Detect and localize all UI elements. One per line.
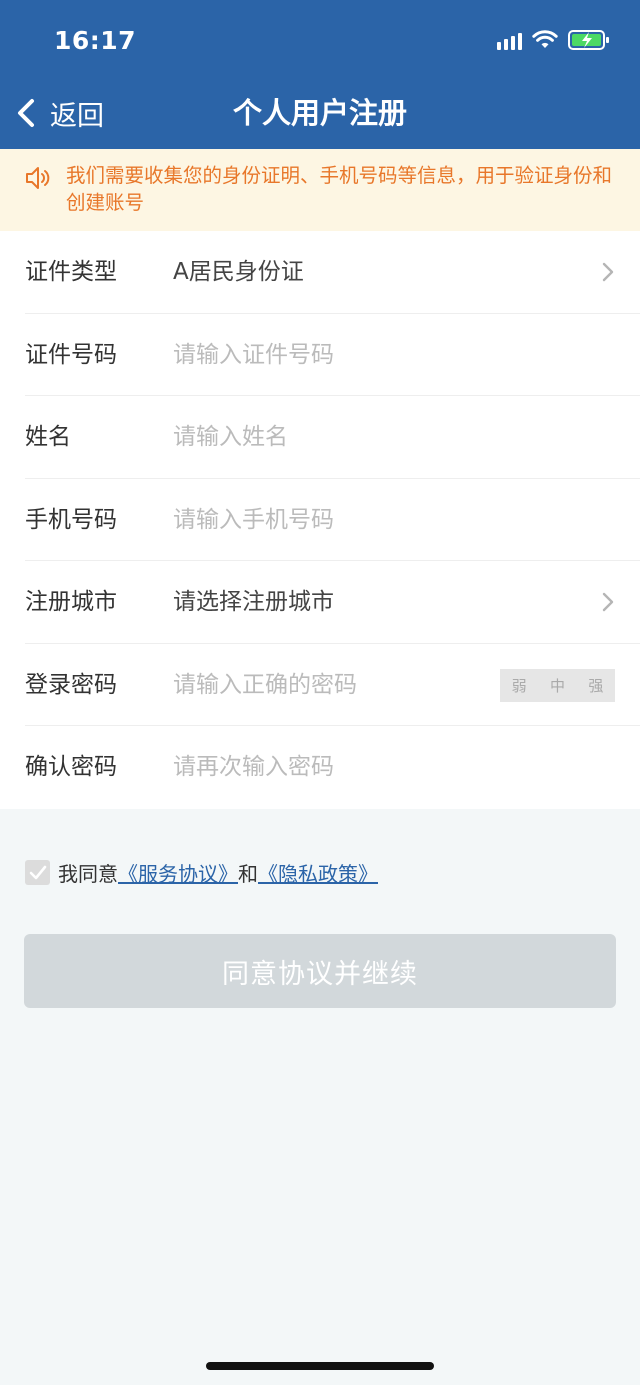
page-title: 个人用户注册 — [232, 96, 407, 130]
city-row[interactable]: 注册城市 请选择注册城市 — [25, 561, 640, 644]
header-bar: 16:17 返回 个人用户注册 — [0, 0, 640, 149]
service-agreement-link[interactable]: 《服务协议》 — [118, 858, 238, 887]
privacy-notice: 我们需要收集您的身份证明、手机号码等信息，用于验证身份和创建账号 — [0, 149, 640, 231]
agreement-checkbox[interactable] — [25, 859, 50, 885]
chevron-right-icon — [602, 262, 614, 282]
speaker-icon — [26, 167, 50, 189]
password-row: 登录密码 弱 中 强 — [25, 644, 640, 726]
id-number-row: 证件号码 — [25, 314, 640, 396]
password-input[interactable] — [173, 664, 473, 705]
status-time: 16:17 — [54, 26, 137, 55]
confirm-password-row: 确认密码 — [25, 726, 640, 809]
phone-row: 手机号码 — [25, 479, 640, 561]
privacy-policy-link[interactable]: 《隐私政策》 — [258, 858, 378, 887]
id-number-input[interactable] — [173, 334, 493, 375]
registration-form: 证件类型 A居民身份证 证件号码 姓名 手机号码 注册城市 请选择注册城市 登录… — [0, 231, 640, 809]
name-input[interactable] — [173, 417, 493, 457]
id-number-label: 证件号码 — [25, 341, 117, 368]
city-value[interactable]: 请选择注册城市 — [173, 561, 334, 643]
name-row: 姓名 — [25, 396, 640, 479]
home-indicator — [206, 1362, 434, 1370]
password-label: 登录密码 — [25, 671, 117, 698]
id-type-value[interactable]: A居民身份证 — [173, 231, 304, 313]
wifi-icon — [532, 30, 558, 48]
checkbox-check-icon — [29, 865, 47, 879]
phone-input[interactable] — [173, 499, 493, 540]
strength-weak: 弱 — [511, 676, 527, 695]
id-type-row[interactable]: 证件类型 A居民身份证 — [25, 231, 640, 314]
notice-text: 我们需要收集您的身份证明、手机号码等信息，用于验证身份和创建账号 — [66, 164, 613, 214]
confirm-password-label: 确认密码 — [25, 754, 117, 780]
phone-label: 手机号码 — [25, 506, 117, 533]
battery-charging-icon — [568, 30, 609, 50]
id-type-label: 证件类型 — [25, 259, 117, 285]
agreement-row: 我同意 《服务协议》 和 《隐私政策》 — [25, 858, 378, 886]
strength-medium: 中 — [549, 676, 565, 695]
confirm-password-input[interactable] — [173, 747, 493, 787]
name-label: 姓名 — [25, 424, 71, 450]
strength-strong: 强 — [588, 676, 604, 695]
chevron-right-icon — [602, 592, 614, 612]
status-icons — [497, 28, 610, 52]
agree-continue-button[interactable]: 同意协议并继续 — [24, 934, 616, 1008]
agreement-and: 和 — [238, 861, 258, 886]
password-strength-meter: 弱 中 强 — [500, 668, 615, 702]
signal-icon — [497, 30, 522, 50]
agreement-prefix: 我同意 — [58, 861, 118, 886]
city-label: 注册城市 — [25, 589, 117, 615]
